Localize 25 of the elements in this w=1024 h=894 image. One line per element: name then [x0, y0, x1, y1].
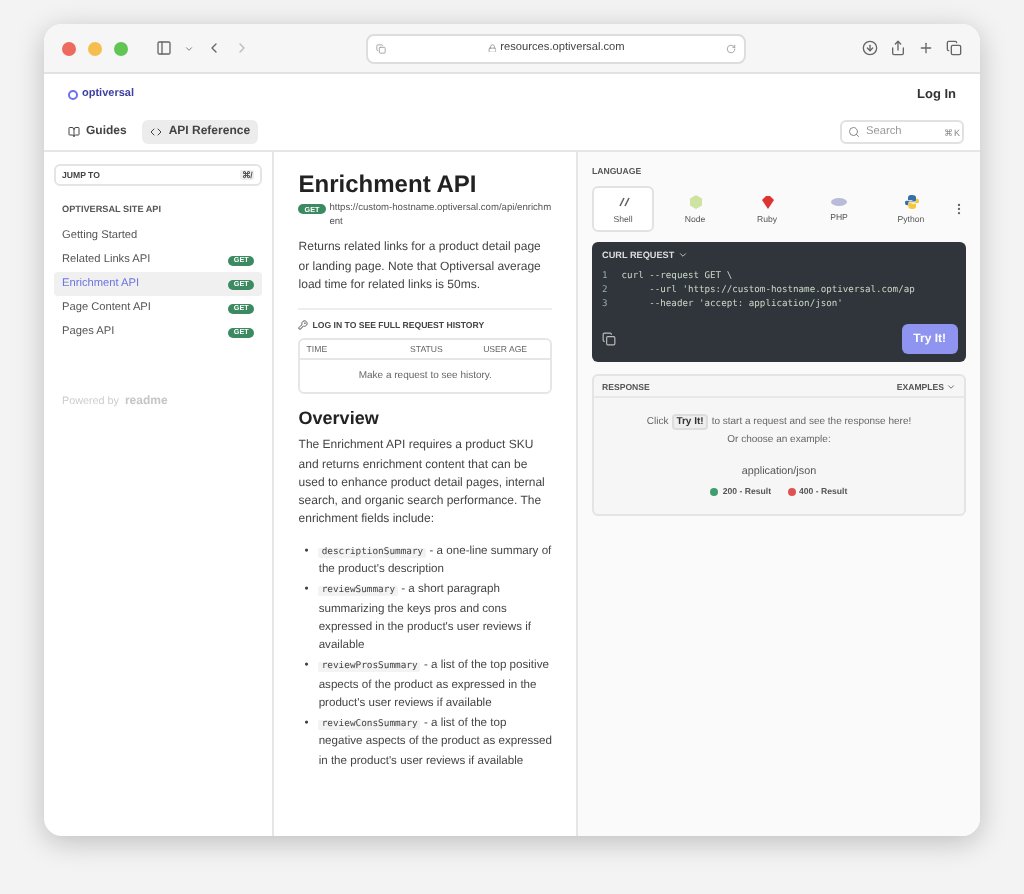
shell-icon [615, 194, 631, 210]
python-logo-icon [903, 194, 919, 210]
share-icon[interactable] [890, 40, 906, 56]
copy-icon[interactable] [602, 332, 616, 347]
code-icon [150, 126, 163, 138]
search-icon [848, 126, 860, 138]
new-tab-icon[interactable] [918, 40, 934, 56]
gem-icon [759, 194, 775, 210]
page-icon [376, 43, 386, 53]
php-logo-icon [830, 196, 848, 208]
section-heading: Overview [298, 408, 381, 429]
download-icon[interactable] [862, 40, 878, 56]
more-icon[interactable] [952, 202, 966, 216]
page-title: Enrichment API [298, 170, 479, 198]
sidebar-icon[interactable] [156, 40, 172, 56]
chevron-down-icon [946, 381, 956, 392]
hexagon-icon [687, 194, 703, 210]
lock-icon [487, 43, 497, 53]
chevron-down-icon[interactable] [184, 43, 194, 53]
back-icon[interactable] [206, 40, 222, 56]
close-icon[interactable] [62, 41, 76, 55]
chevron-down-icon [678, 250, 689, 260]
tabs-overview-icon[interactable] [946, 40, 962, 56]
book-icon [68, 126, 80, 138]
key-icon [298, 320, 309, 331]
